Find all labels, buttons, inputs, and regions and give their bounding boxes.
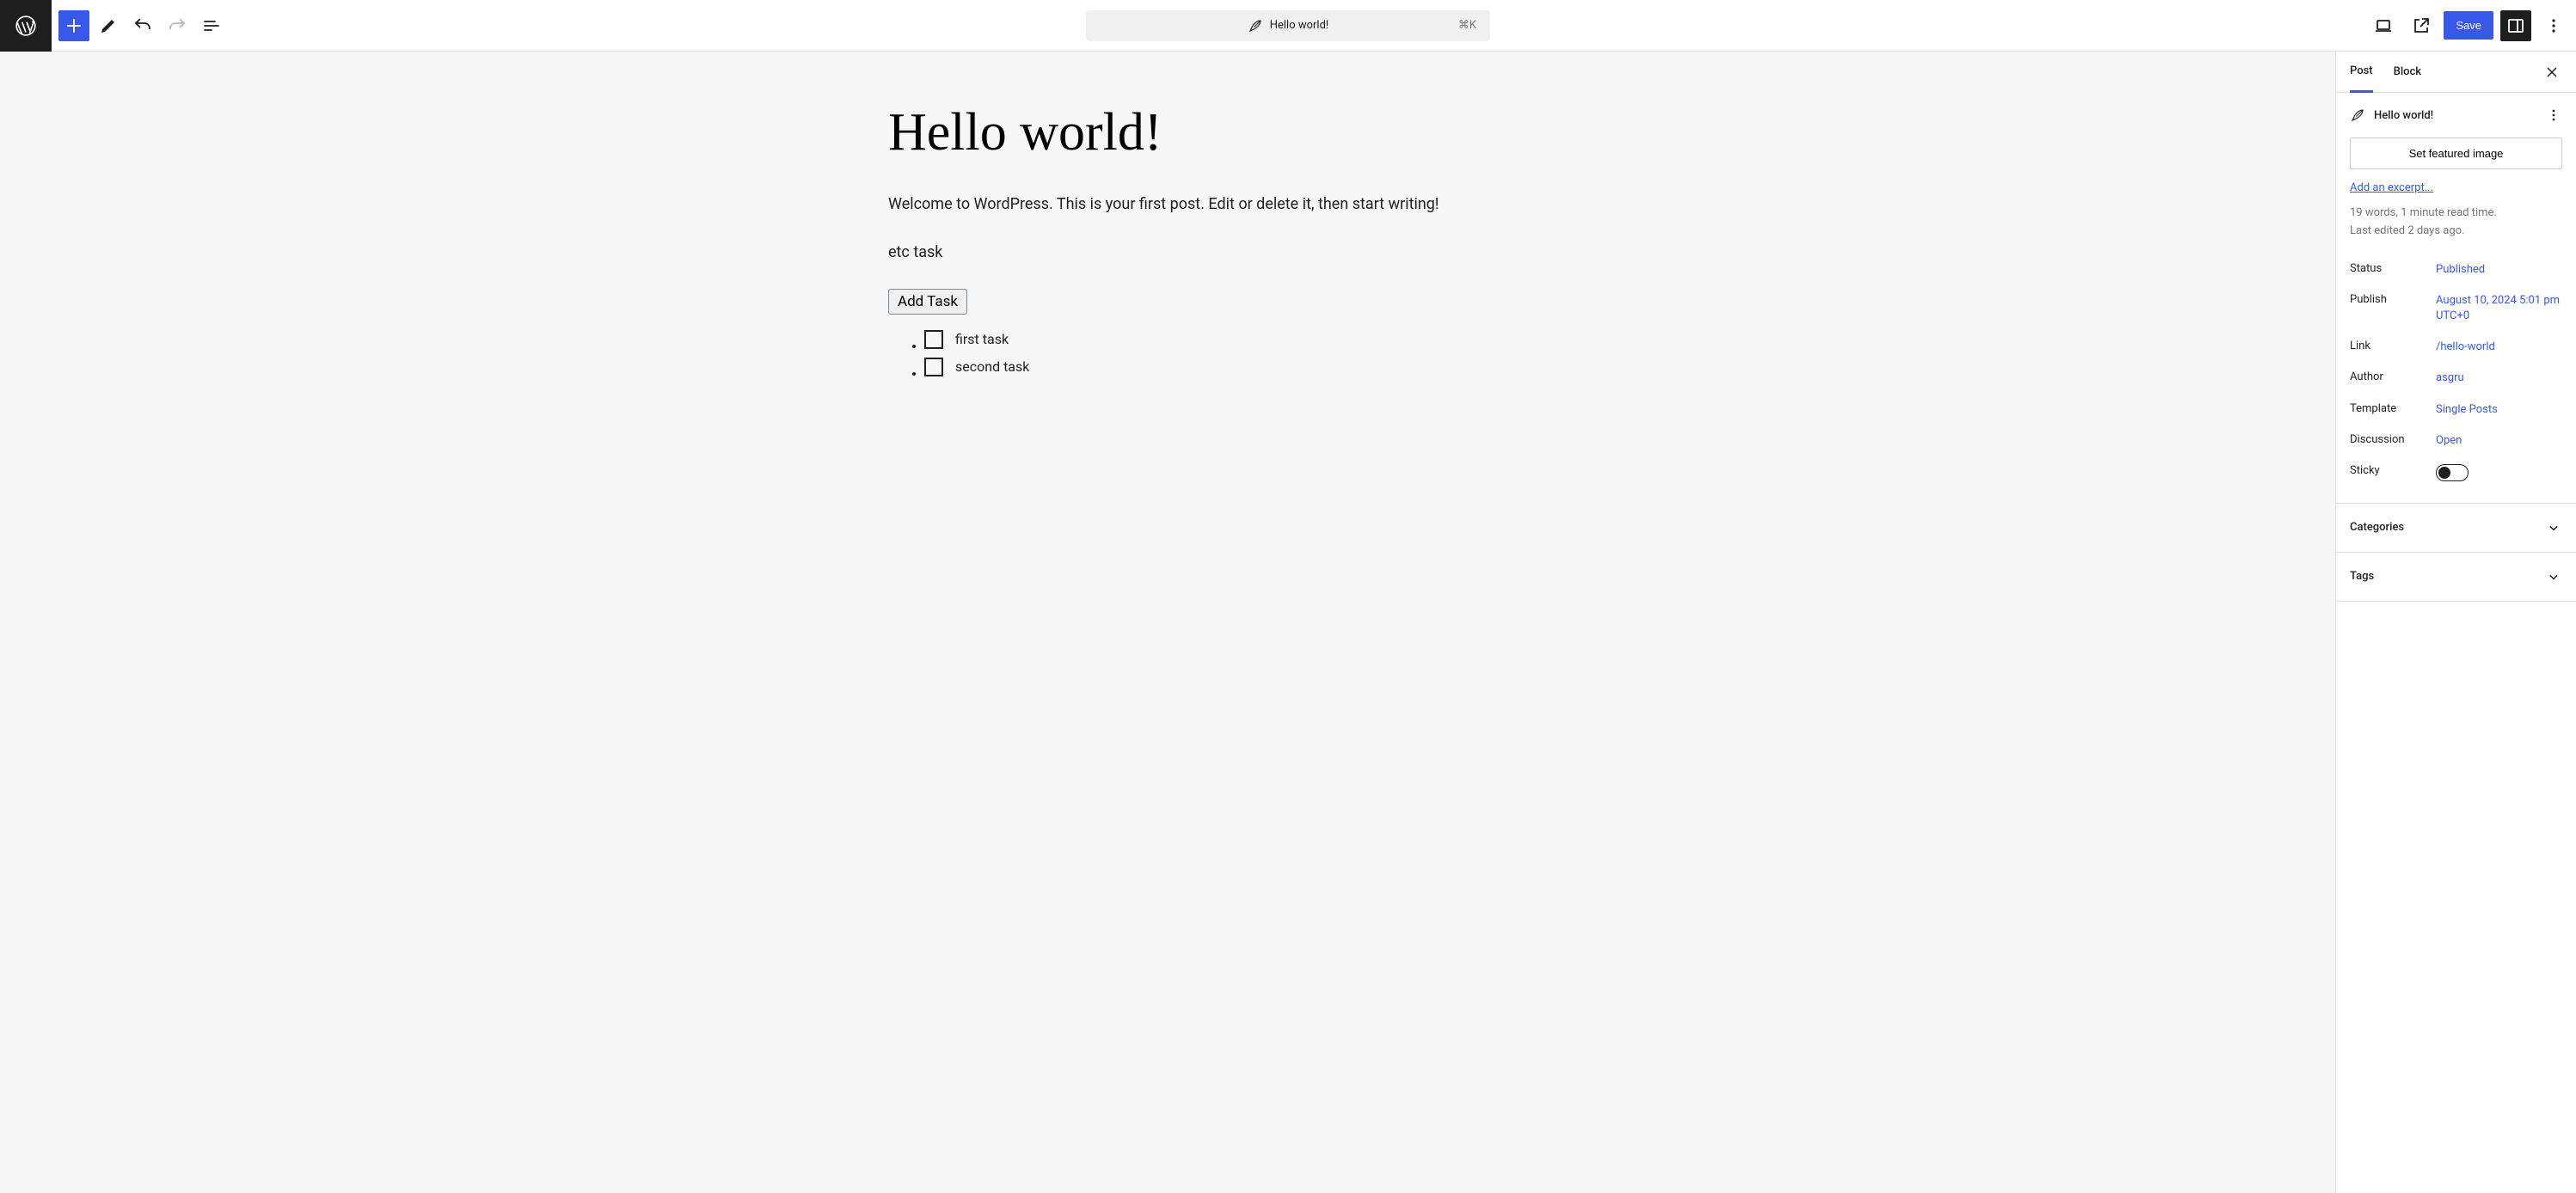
feather-icon	[1248, 18, 1263, 34]
meta-label: Publish	[2350, 293, 2436, 306]
categories-panel[interactable]: Categories	[2336, 504, 2576, 553]
document-overview-button[interactable]	[196, 10, 227, 41]
meta-label: Author	[2350, 370, 2436, 383]
chevron-down-icon	[2545, 519, 2562, 536]
tags-panel[interactable]: Tags	[2336, 553, 2576, 602]
paragraph-block[interactable]: Welcome to WordPress. This is your first…	[888, 193, 1447, 217]
laptop-icon	[2373, 15, 2394, 36]
close-sidebar-button[interactable]	[2542, 62, 2562, 83]
close-icon	[2543, 64, 2561, 81]
list-item[interactable]: first task	[924, 330, 1447, 349]
publish-value[interactable]: August 10, 2024 5:01 pm UTC+0	[2436, 293, 2562, 324]
add-task-button[interactable]: Add Task	[888, 289, 967, 315]
status-value[interactable]: Published	[2436, 262, 2562, 278]
top-toolbar: Hello world! ⌘K Save	[0, 0, 2576, 52]
tab-post[interactable]: Post	[2350, 52, 2373, 93]
preview-button[interactable]	[2406, 10, 2437, 41]
meta-label: Template	[2350, 402, 2436, 415]
undo-icon	[132, 15, 153, 36]
template-value[interactable]: Single Posts	[2436, 402, 2562, 418]
last-edited-text: Last edited 2 days ago.	[2350, 223, 2562, 241]
discussion-value[interactable]: Open	[2436, 433, 2562, 449]
meta-label: Discussion	[2350, 433, 2436, 446]
post-title[interactable]: Hello world!	[888, 103, 1447, 162]
list-item[interactable]: second task	[924, 358, 1447, 376]
keyboard-shortcut: ⌘K	[1458, 19, 1476, 32]
settings-sidebar: Post Block Hello world! Set featured ima…	[2335, 52, 2576, 1193]
set-featured-image-button[interactable]: Set featured image	[2350, 138, 2562, 169]
sidebar-post-title: Hello world!	[2374, 109, 2536, 122]
tools-button[interactable]	[93, 10, 124, 41]
command-bar[interactable]: Hello world! ⌘K	[1086, 10, 1490, 41]
sticky-toggle[interactable]	[2436, 464, 2469, 481]
settings-sidebar-toggle[interactable]	[2500, 10, 2531, 41]
redo-icon	[167, 15, 187, 36]
author-value[interactable]: asgru	[2436, 370, 2562, 386]
pencil-icon	[98, 15, 119, 36]
panel-label: Categories	[2350, 521, 2404, 534]
task-label: second task	[955, 358, 1029, 375]
wordpress-icon	[15, 15, 37, 37]
panel-label: Tags	[2350, 570, 2374, 583]
task-checkbox[interactable]	[924, 330, 943, 349]
paragraph-block[interactable]: etc task	[888, 241, 1447, 265]
sidebar-icon	[2505, 15, 2526, 36]
word-count-text: 19 words, 1 minute read time.	[2350, 205, 2562, 223]
editor-canvas[interactable]: Hello world! Welcome to WordPress. This …	[0, 52, 2335, 1193]
feather-icon	[2350, 107, 2365, 123]
plus-icon	[64, 15, 84, 36]
link-value[interactable]: /hello-world	[2436, 340, 2562, 355]
meta-label: Sticky	[2350, 464, 2436, 477]
external-link-icon	[2411, 15, 2432, 36]
task-checkbox[interactable]	[924, 358, 943, 376]
tab-block[interactable]: Block	[2394, 52, 2421, 92]
task-label: first task	[955, 331, 1009, 347]
meta-label: Link	[2350, 340, 2436, 352]
block-inserter-button[interactable]	[58, 10, 89, 41]
add-excerpt-link[interactable]: Add an excerpt...	[2350, 181, 2433, 194]
view-button[interactable]	[2368, 10, 2399, 41]
document-title: Hello world!	[1270, 19, 1329, 32]
wordpress-logo-button[interactable]	[0, 0, 52, 52]
meta-label: Status	[2350, 262, 2436, 275]
list-view-icon	[201, 15, 222, 36]
options-button[interactable]	[2538, 10, 2569, 41]
save-button[interactable]: Save	[2444, 11, 2493, 40]
more-vertical-icon	[2543, 15, 2564, 36]
undo-button[interactable]	[127, 10, 158, 41]
chevron-down-icon	[2545, 568, 2562, 585]
post-actions-button[interactable]	[2545, 107, 2562, 124]
redo-button[interactable]	[162, 10, 193, 41]
